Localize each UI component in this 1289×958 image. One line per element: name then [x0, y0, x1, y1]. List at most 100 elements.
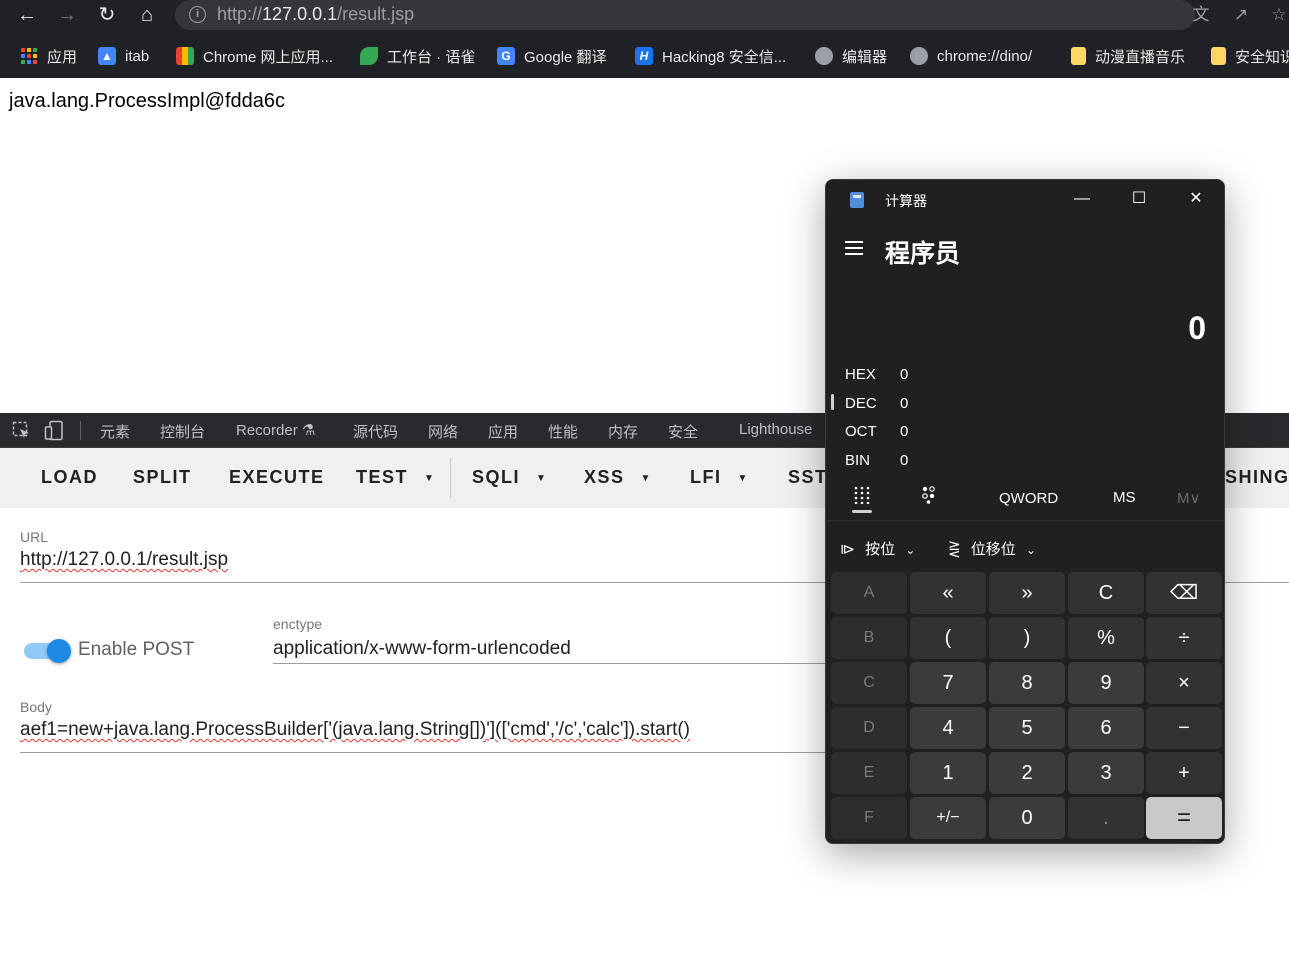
bookmark-star-icon[interactable]: ☆ — [1268, 4, 1289, 26]
key-clear[interactable]: C — [1068, 572, 1144, 614]
tab-performance[interactable]: 性能 — [548, 421, 578, 442]
maximize-icon[interactable]: ☐ — [1124, 186, 1154, 212]
load-button[interactable]: LOAD — [41, 467, 98, 488]
address-url[interactable]: http://127.0.0.1/result.jsp — [217, 4, 414, 25]
reload-icon[interactable]: ↻ — [94, 2, 120, 28]
enable-post-toggle[interactable] — [22, 639, 72, 663]
google-translate-icon: G — [497, 47, 515, 65]
bookmark-chrome-webstore[interactable]: Chrome 网上应用... — [176, 44, 333, 68]
bookmark-apps[interactable]: 应用 — [20, 44, 77, 68]
execute-button[interactable]: EXECUTE — [229, 467, 325, 488]
tab-memory[interactable]: 内存 — [608, 421, 638, 442]
bookmark-folder-anime[interactable]: 动漫直播音乐 — [1071, 44, 1185, 68]
bit-toggle-keypad-icon[interactable] — [921, 486, 937, 504]
key-add[interactable]: + — [1146, 752, 1222, 794]
tab-sources[interactable]: 源代码 — [353, 421, 398, 442]
site-info-icon[interactable]: i — [189, 6, 206, 23]
url-label: URL — [20, 529, 49, 545]
calculator-app-icon — [850, 192, 864, 208]
minimize-icon[interactable]: — — [1067, 186, 1097, 212]
tab-security[interactable]: 安全 — [668, 421, 698, 442]
close-icon[interactable]: ✕ — [1181, 186, 1211, 212]
tab-lighthouse[interactable]: Lighthouse — [739, 421, 812, 438]
tab-console[interactable]: 控制台 — [160, 421, 205, 442]
test-menu-button[interactable]: TEST ▼ — [356, 467, 435, 488]
tab-network[interactable]: 网络 — [428, 421, 458, 442]
key-4[interactable]: 4 — [910, 707, 986, 749]
key-open-paren[interactable]: ( — [910, 617, 986, 659]
tab-application[interactable]: 应用 — [488, 421, 518, 442]
bookmark-folder-security[interactable]: 安全知识 — [1211, 44, 1289, 68]
memory-store-button[interactable]: MS — [1113, 489, 1136, 506]
key-multiply[interactable]: × — [1146, 662, 1222, 704]
forward-arrow-icon[interactable]: → — [54, 2, 80, 28]
radix-oct[interactable]: OCT 0 — [845, 423, 908, 440]
key-rotate-left[interactable]: « — [910, 572, 986, 614]
address-bar[interactable]: i http://127.0.0.1/result.jsp — [175, 0, 1195, 30]
device-toolbar-icon[interactable] — [44, 420, 64, 442]
calculator-window: 计算器 — ☐ ✕ 程序员 0 HEX 0 DEC 0 OCT 0 BIN 0 QWOR… — [825, 179, 1225, 844]
inspect-element-icon[interactable] — [12, 421, 32, 441]
word-size-button[interactable]: QWORD — [999, 490, 1058, 507]
translate-icon[interactable]: 文 — [1190, 4, 1212, 26]
bookmark-hacking8[interactable]: H Hacking8 安全信... — [635, 44, 786, 68]
key-hex-d[interactable]: D — [831, 707, 907, 749]
bookmarks-bar: 应用 ▲ itab Chrome 网上应用... 工作台 · 语雀 G Goog… — [0, 40, 1289, 72]
split-button[interactable]: SPLIT — [133, 467, 192, 488]
key-8[interactable]: 8 — [989, 662, 1065, 704]
key-hex-c[interactable]: C — [831, 662, 907, 704]
key-subtract[interactable]: − — [1146, 707, 1222, 749]
bitwise-dropdown[interactable]: ⧐ 按位 ⌄ — [840, 538, 915, 559]
backspace-icon[interactable]: ⌫ — [1146, 572, 1222, 614]
lfi-menu-button[interactable]: LFI ▼ — [690, 467, 749, 488]
full-keypad-icon[interactable] — [854, 486, 870, 505]
chevron-down-icon: ⌄ — [1025, 543, 1036, 557]
key-5[interactable]: 5 — [989, 707, 1065, 749]
bookmark-editor[interactable]: 编辑器 — [815, 44, 887, 68]
radix-dec[interactable]: DEC 0 — [845, 395, 908, 412]
bookmark-itab[interactable]: ▲ itab — [98, 44, 149, 68]
tab-recorder[interactable]: Recorder ⚗ — [236, 421, 315, 439]
key-hex-b[interactable]: B — [831, 617, 907, 659]
phishing-menu-button[interactable]: SHING — [1225, 467, 1289, 488]
ssti-menu-button[interactable]: SST — [788, 467, 828, 488]
key-7[interactable]: 7 — [910, 662, 986, 704]
radix-hex[interactable]: HEX 0 — [845, 366, 908, 383]
key-1[interactable]: 1 — [910, 752, 986, 794]
key-close-paren[interactable]: ) — [989, 617, 1065, 659]
key-rotate-right[interactable]: » — [989, 572, 1065, 614]
bitshift-dropdown[interactable]: ⋛ 位移位 ⌄ — [948, 538, 1036, 559]
hacking8-icon: H — [635, 47, 653, 65]
body-input[interactable]: aef1=new+java.lang.ProcessBuilder['(java… — [20, 719, 690, 741]
bookmark-yuque[interactable]: 工作台 · 语雀 — [360, 44, 475, 68]
key-2[interactable]: 2 — [989, 752, 1065, 794]
key-negate[interactable]: +/− — [910, 797, 986, 839]
share-icon[interactable]: ↗ — [1230, 4, 1252, 26]
xss-menu-button[interactable]: XSS ▼ — [584, 467, 652, 488]
bookmark-label: Chrome 网上应用... — [203, 48, 334, 66]
hamburger-menu-icon[interactable] — [845, 240, 865, 256]
enctype-select[interactable]: application/x-www-form-urlencoded — [273, 638, 571, 660]
bookmark-google-translate[interactable]: G Google 翻译 — [497, 44, 607, 68]
tab-elements[interactable]: 元素 — [100, 421, 130, 442]
url-input[interactable]: http://127.0.0.1/result.jsp — [20, 549, 228, 571]
key-0[interactable]: 0 — [989, 797, 1065, 839]
key-decimal[interactable]: . — [1068, 797, 1144, 839]
sqli-menu-button[interactable]: SQLI ▼ — [472, 467, 547, 488]
key-divide[interactable]: ÷ — [1146, 617, 1222, 659]
back-arrow-icon[interactable]: ← — [14, 2, 40, 28]
bitwise-label: 按位 — [865, 541, 896, 558]
key-equals[interactable]: = — [1146, 797, 1222, 839]
key-hex-f[interactable]: F — [831, 797, 907, 839]
key-hex-a[interactable]: A — [831, 572, 907, 614]
radix-bin[interactable]: BIN 0 — [845, 452, 908, 469]
key-modulo[interactable]: % — [1068, 617, 1144, 659]
key-6[interactable]: 6 — [1068, 707, 1144, 749]
home-icon[interactable]: ⌂ — [134, 2, 160, 28]
key-9[interactable]: 9 — [1068, 662, 1144, 704]
key-3[interactable]: 3 — [1068, 752, 1144, 794]
bookmark-label: 编辑器 — [842, 48, 888, 66]
memory-recall-button[interactable]: M∨ — [1177, 489, 1200, 507]
key-hex-e[interactable]: E — [831, 752, 907, 794]
bookmark-chrome-dino[interactable]: chrome://dino/ — [910, 44, 1032, 68]
